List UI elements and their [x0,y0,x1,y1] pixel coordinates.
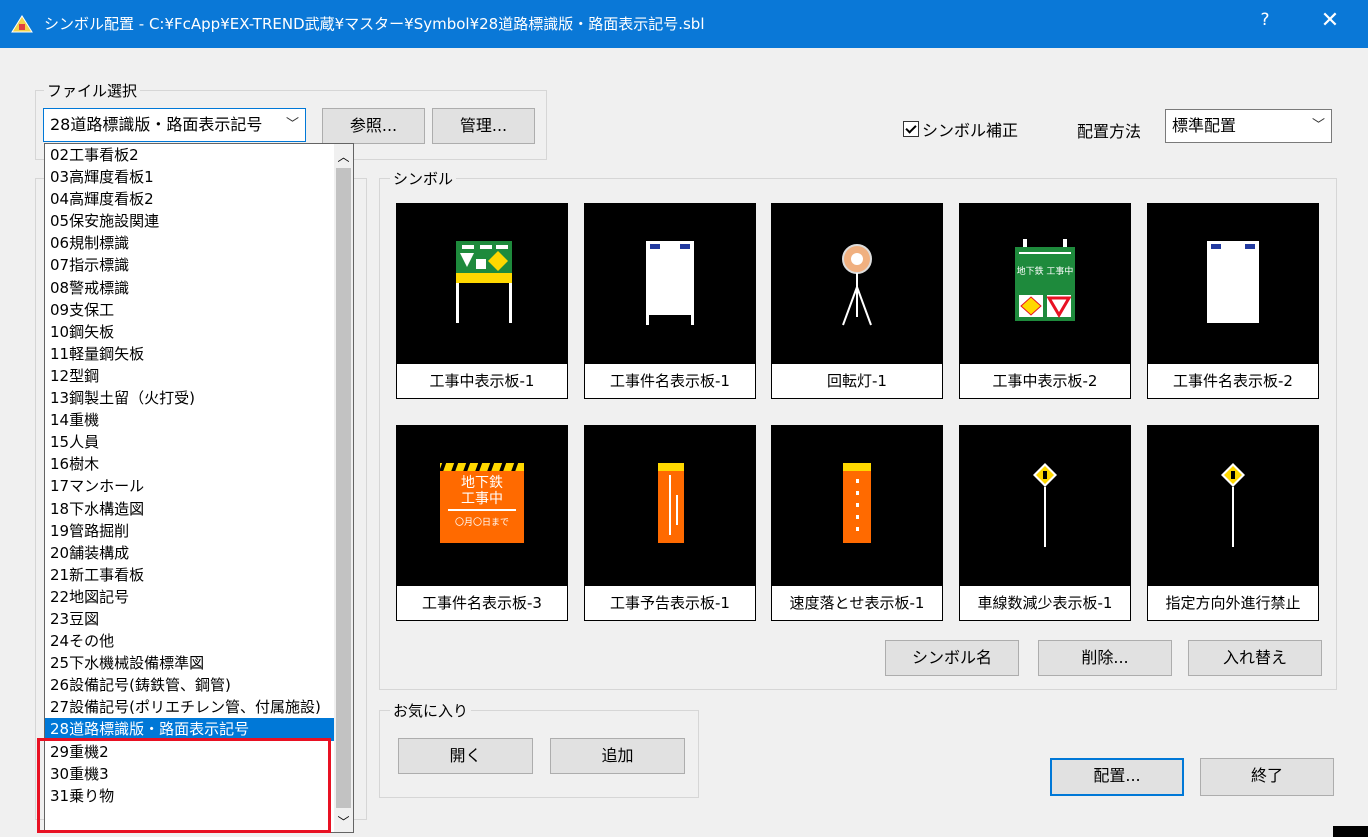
symbol-preview [584,425,756,585]
dropdown-option[interactable]: 06規制標識 [45,232,335,254]
dropdown-option[interactable]: 02工事看板2 [45,144,335,166]
sign-banner-text: 地下鉄 工事中 [1017,265,1074,277]
dropdown-option[interactable]: 29重機2 [45,741,335,763]
symbol-correction-checkbox[interactable]: シンボル補正 [903,117,1018,141]
sign-text-kojichu: 工事中 [461,491,503,507]
dropdown-option[interactable]: 28道路標識版・路面表示記号 [45,718,335,741]
dropdown-option[interactable]: 30重機3 [45,763,335,785]
help-button[interactable]: ? [1245,10,1285,38]
place-button[interactable]: 配置... [1050,758,1184,796]
symbol-preview [396,203,568,363]
dropdown-option[interactable]: 23豆図 [45,608,335,630]
symbol-name: 工事件名表示板-2 [1147,363,1319,399]
dropdown-scrollbar[interactable]: ︿ ﹀ [334,144,353,832]
symbol-tile[interactable]: 指定方向外進行禁止 [1147,425,1319,621]
placement-method-combo[interactable]: 標準配置 ﹀ [1165,109,1332,143]
symbol-name: 工事件名表示板-3 [396,585,568,621]
symbol-preview [584,203,756,363]
symbol-preview [959,425,1131,585]
sign-text-chikatetsu: 地下鉄 [461,475,503,491]
symbol-preview: 地下鉄 工事中 〇月〇日まで [396,425,568,585]
dropdown-option[interactable]: 14重機 [45,409,335,431]
dropdown-option[interactable]: 18下水構造図 [45,498,335,520]
symbol-tile[interactable]: 工事予告表示板-1 [584,425,756,621]
manage-button[interactable]: 管理... [432,108,535,144]
symbol-name-button[interactable]: シンボル名 [885,640,1019,676]
symbol-correction-label: シンボル補正 [922,121,1019,140]
exit-button[interactable]: 終了 [1200,758,1334,796]
file-select-current: 28道路標識版・路面表示記号 [50,115,263,134]
file-select-options: 02工事看板2 03高輝度看板1 04高輝度看板2 05保安施設関連 06規制標識 07指… [45,144,335,807]
title-bar: シンボル配置 - C:¥FcApp¥EX-TREND武蔵¥マスター¥Symbol… [0,0,1368,48]
dropdown-option[interactable]: 09支保工 [45,299,335,321]
symbol-name: 回転灯-1 [771,363,943,399]
file-select-group-label: ファイル選択 [44,80,141,101]
dropdown-option[interactable]: 22地図記号 [45,586,335,608]
symbol-name: 工事中表示板-2 [959,363,1131,399]
browse-button[interactable]: 参照... [322,108,425,144]
dropdown-option[interactable]: 13鋼製土留（火打受) [45,387,335,409]
dropdown-option[interactable]: 05保安施設関連 [45,210,335,232]
symbol-name: 工事予告表示板-1 [584,585,756,621]
dropdown-option[interactable]: 12型鋼 [45,365,335,387]
favorites-group-label: お気に入り [390,700,472,721]
dropdown-option[interactable]: 03高輝度看板1 [45,166,335,188]
dropdown-option[interactable]: 27設備記号(ポリエチレン管、付属施設) [45,696,335,718]
dropdown-option[interactable]: 07指示標識 [45,254,335,276]
chevron-down-icon: ﹀ [282,109,299,141]
dropdown-option[interactable]: 20舗装構成 [45,542,335,564]
checkbox-checked-icon [903,121,919,137]
window-title: シンボル配置 - C:¥FcApp¥EX-TREND武蔵¥マスター¥Symbol… [44,15,705,33]
placement-method-value: 標準配置 [1172,116,1237,135]
symbol-preview [1147,203,1319,363]
dropdown-option[interactable]: 26設備記号(鋳鉄管、鋼管) [45,674,335,696]
symbol-tile[interactable]: 速度落とせ表示板-1 [771,425,943,621]
symbol-tile[interactable]: 回転灯-1 [771,203,943,399]
scroll-thumb[interactable] [336,168,351,808]
open-favorite-button[interactable]: 開く [398,738,533,774]
dropdown-option[interactable]: 19管路掘削 [45,520,335,542]
symbol-tile[interactable]: 工事中表示板-1 [396,203,568,399]
symbol-tile[interactable]: 工事件名表示板-1 [584,203,756,399]
delete-button[interactable]: 削除... [1038,640,1172,676]
placement-method-label: 配置方法 [1077,122,1142,141]
symbol-name: 指定方向外進行禁止 [1147,585,1319,621]
symbol-name: 工事件名表示板-1 [584,363,756,399]
dropdown-option[interactable]: 15人員 [45,431,335,453]
symbol-name: 車線数減少表示板-1 [959,585,1131,621]
dropdown-option[interactable]: 04高輝度看板2 [45,188,335,210]
dropdown-option[interactable]: 16樹木 [45,453,335,475]
symbol-preview: 地下鉄 工事中 [959,203,1131,363]
symbol-preview [1147,425,1319,585]
dropdown-option[interactable]: 11軽量鋼矢板 [45,343,335,365]
symbol-group-label: シンボル [390,168,457,189]
close-button[interactable]: ✕ [1305,8,1355,38]
add-favorite-button[interactable]: 追加 [550,738,685,774]
scroll-down-icon[interactable]: ﹀ [334,813,353,830]
file-select-dropdown[interactable]: 02工事看板2 03高輝度看板1 04高輝度看板2 05保安施設関連 06規制標識 07指… [44,143,354,833]
dropdown-option[interactable]: 24その他 [45,630,335,652]
symbol-tile[interactable]: 車線数減少表示板-1 [959,425,1131,621]
chevron-down-icon: ﹀ [1311,118,1325,133]
symbol-tile[interactable]: 地下鉄 工事中 〇月〇日まで 工事件名表示板-3 [396,425,568,621]
dropdown-option[interactable]: 08警戒標識 [45,277,335,299]
taskbar-edge [1333,826,1368,837]
symbol-tile[interactable]: 地下鉄 工事中 工事中表示板-2 [959,203,1131,399]
symbol-preview [771,425,943,585]
dropdown-option[interactable]: 31乗り物 [45,785,335,807]
dropdown-option[interactable]: 17マンホール [45,475,335,497]
sign-text-date: 〇月〇日まで [455,517,509,528]
dropdown-option[interactable]: 10鋼矢板 [45,321,335,343]
symbol-preview [771,203,943,363]
symbol-name: 工事中表示板-1 [396,363,568,399]
file-select-combo[interactable]: 28道路標識版・路面表示記号 ﹀ [43,108,306,142]
app-icon [11,15,33,33]
scroll-up-icon[interactable]: ︿ [334,148,353,165]
dropdown-option[interactable]: 25下水機械設備標準図 [45,652,335,674]
symbol-tile[interactable]: 工事件名表示板-2 [1147,203,1319,399]
symbol-name: 速度落とせ表示板-1 [771,585,943,621]
swap-button[interactable]: 入れ替え [1188,640,1322,676]
dropdown-option[interactable]: 21新工事看板 [45,564,335,586]
